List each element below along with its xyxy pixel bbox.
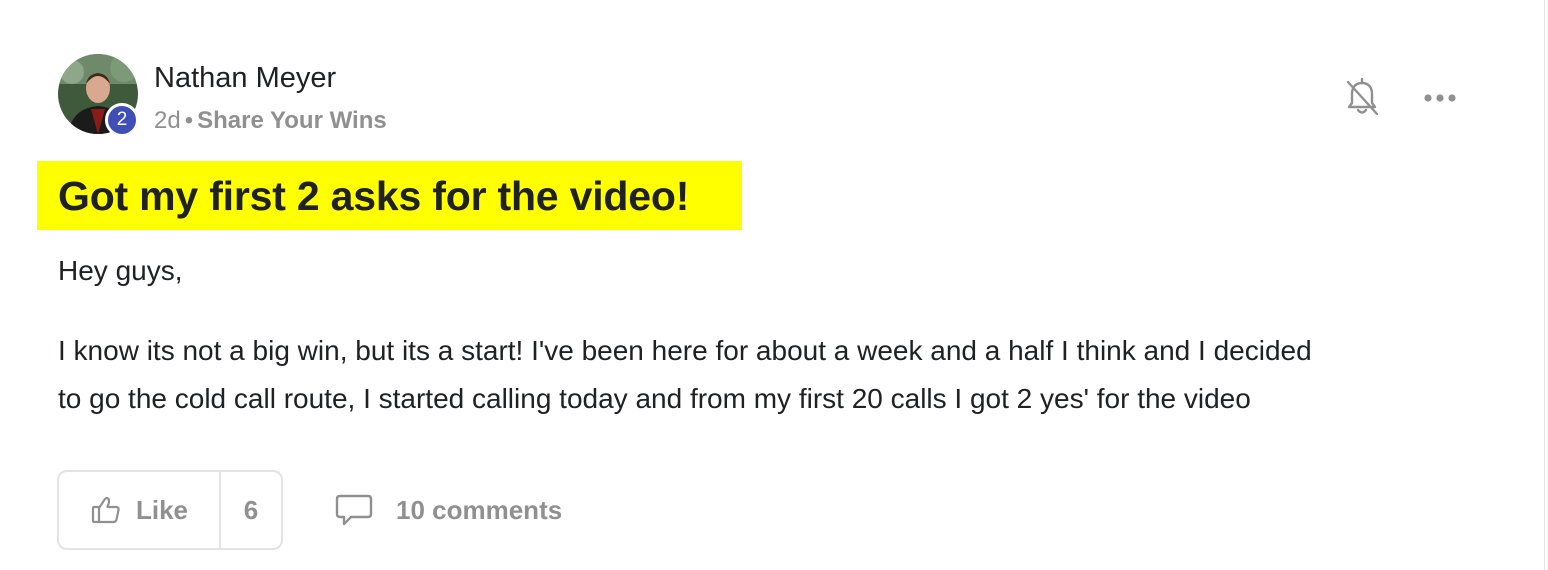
bell-off-icon <box>1346 77 1379 116</box>
post-body-greeting: Hey guys, <box>58 255 183 286</box>
author-name[interactable]: Nathan Meyer <box>154 60 336 96</box>
comment-bubble-icon <box>335 494 373 526</box>
meta-separator: • <box>184 107 194 134</box>
comments-button[interactable]: 10 comments <box>334 490 562 530</box>
post-title[interactable]: Got my first 2 asks for the video! <box>58 171 689 221</box>
like-label: Like <box>135 494 189 525</box>
like-count[interactable]: 6 <box>221 472 281 548</box>
like-button[interactable]: Like <box>59 472 221 548</box>
more-options-button[interactable] <box>1418 80 1462 116</box>
post-body-line: to go the cold call route, I started cal… <box>58 383 1251 414</box>
post-meta: 2d • Share Your Wins <box>154 106 387 136</box>
post-card: 2 Nathan Meyer 2d • Share Your Wins Got my… <box>0 0 1548 570</box>
post-body-line: I know its not a big win, but its a star… <box>58 335 1312 366</box>
thumbs-up-icon <box>91 496 120 524</box>
level-badge: 2 <box>105 103 139 137</box>
post-time: 2d <box>154 107 181 134</box>
divider <box>1544 0 1545 570</box>
more-horizontal-icon <box>1424 94 1456 102</box>
like-group: Like 6 <box>57 470 283 550</box>
comments-label: 10 comments <box>396 494 563 525</box>
notifications-toggle-button[interactable] <box>1340 76 1384 120</box>
post-category-link[interactable]: Share Your Wins <box>197 107 387 134</box>
